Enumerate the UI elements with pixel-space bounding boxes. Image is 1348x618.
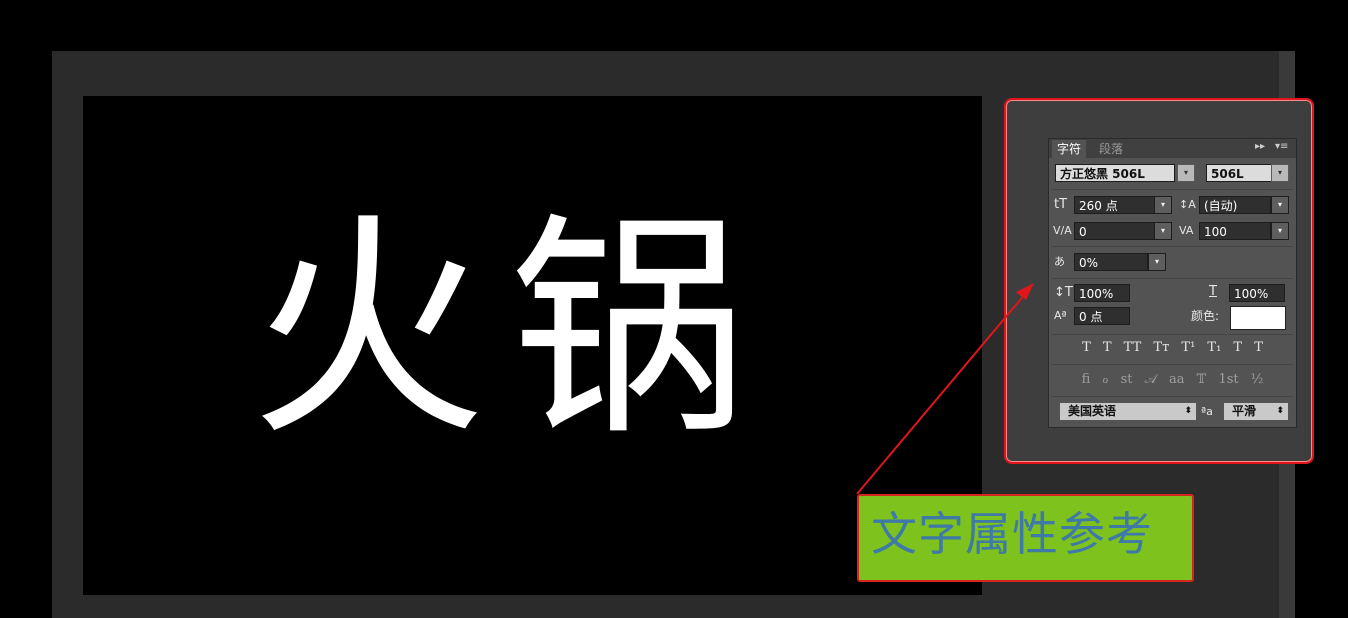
annotation-note: 文字属性参考: [857, 494, 1194, 582]
annotation-label: 文字属性参考: [871, 507, 1153, 561]
